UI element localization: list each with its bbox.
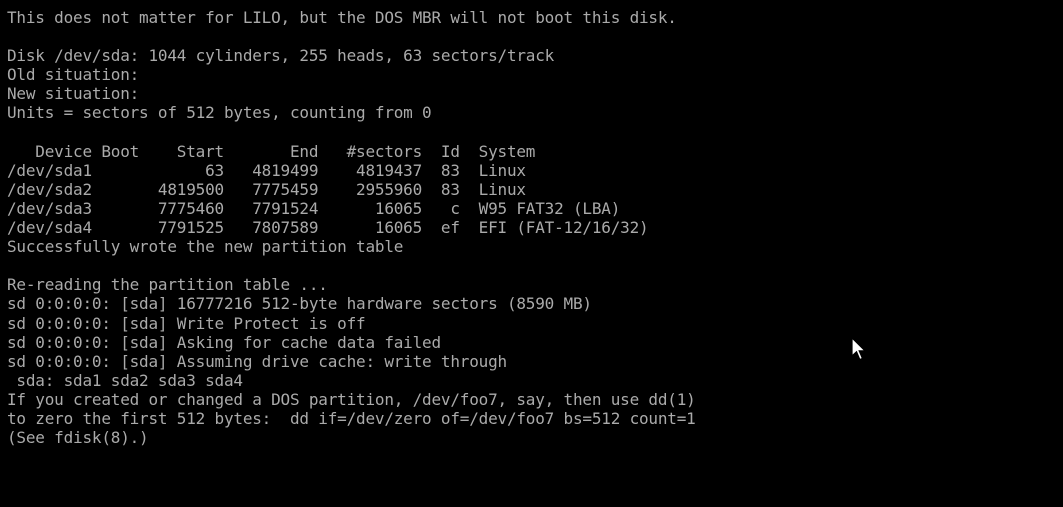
console-output: This does not matter for LILO, but the D… bbox=[7, 8, 696, 447]
console-line: sd 0:0:0:0: [sda] Asking for cache data … bbox=[7, 332, 441, 352]
console-line: Successfully wrote the new partition tab… bbox=[7, 237, 404, 257]
console-line: (See fdisk(8).) bbox=[7, 428, 149, 448]
console-line: sd 0:0:0:0: [sda] 16777216 512-byte hard… bbox=[7, 294, 592, 314]
partition-row: /dev/sda4 7791525 7807589 16065 ef EFI (… bbox=[7, 218, 649, 238]
partition-table-header: Device Boot Start End #sectors Id System bbox=[7, 141, 536, 161]
mouse-pointer-arrow-icon bbox=[851, 337, 867, 361]
console-line: sd 0:0:0:0: [sda] Assuming drive cache: … bbox=[7, 351, 507, 371]
partition-row: /dev/sda2 4819500 7775459 2955960 83 Lin… bbox=[7, 179, 526, 199]
console-line: New situation: bbox=[7, 84, 140, 104]
console-line: Disk /dev/sda: 1044 cylinders, 255 heads… bbox=[7, 46, 555, 66]
console-line: Units = sectors of 512 bytes, counting f… bbox=[7, 103, 432, 123]
console-line: This does not matter for LILO, but the D… bbox=[7, 8, 677, 27]
partition-row: /dev/sda3 7775460 7791524 16065 c W95 FA… bbox=[7, 198, 621, 218]
console-line: sda: sda1 sda2 sda3 sda4 bbox=[7, 370, 243, 390]
console-line: sd 0:0:0:0: [sda] Write Protect is off bbox=[7, 313, 366, 333]
console-line: Old situation: bbox=[7, 65, 140, 85]
console-line: If you created or changed a DOS partitio… bbox=[7, 389, 696, 409]
console-line: to zero the first 512 bytes: dd if=/dev/… bbox=[7, 408, 696, 428]
partition-row: /dev/sda1 63 4819499 4819437 83 Linux bbox=[7, 160, 526, 180]
console-line: Re-reading the partition table ... bbox=[7, 275, 328, 295]
terminal-screen[interactable]: This does not matter for LILO, but the D… bbox=[0, 0, 1063, 507]
